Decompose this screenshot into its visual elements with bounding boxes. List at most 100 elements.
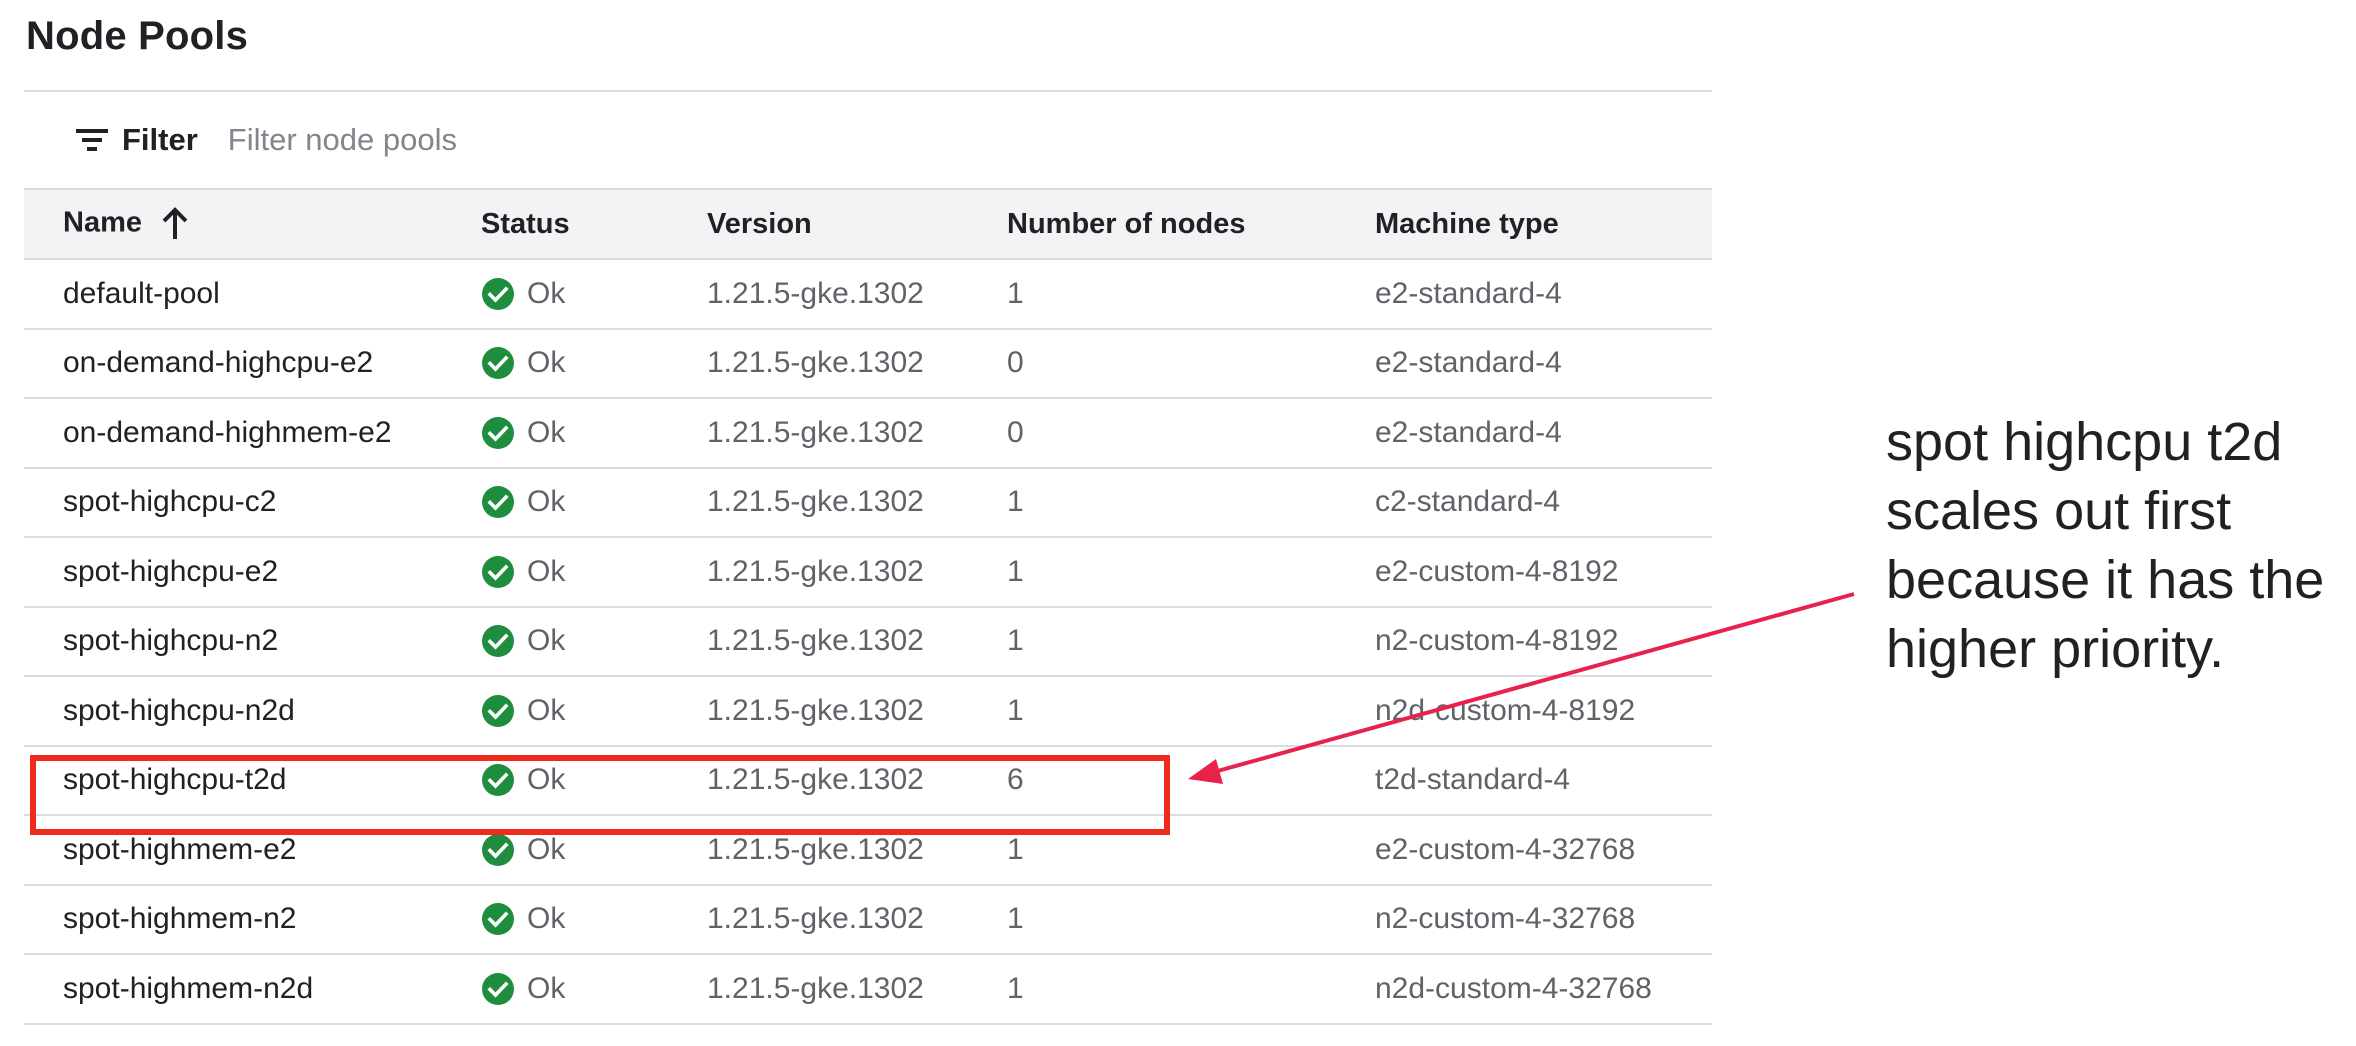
status-indicator: Ok	[481, 555, 707, 589]
cell-node-count: 0	[1007, 415, 1024, 449]
column-header-label: Name	[63, 206, 142, 239]
cell-node-count: 1	[1007, 276, 1024, 310]
check-circle-icon	[481, 833, 515, 867]
status-text: Ok	[527, 276, 566, 310]
filter-input[interactable]	[227, 122, 828, 158]
table-row[interactable]: spot-highcpu-n2 Ok 1.21.5-gke.1302 1 n2-cust…	[24, 607, 1712, 677]
filter-bar: Filter	[24, 92, 1712, 188]
status-indicator: Ok	[481, 277, 707, 311]
status-text: Ok	[527, 624, 566, 658]
page: Node Pools Filter Name Status	[0, 0, 2356, 1046]
cell-status: Ok	[481, 607, 707, 677]
status-indicator: Ok	[481, 833, 707, 867]
status-indicator: Ok	[481, 346, 707, 380]
cell-machine-type: e2-standard-4	[1375, 415, 1562, 449]
cell-status: Ok	[481, 259, 707, 329]
status-text: Ok	[527, 971, 566, 1005]
cell-node-count: 1	[1007, 971, 1024, 1005]
cell-name[interactable]: spot-highmem-n2d	[24, 954, 481, 1024]
cell-version: 1.21.5-gke.1302	[707, 971, 924, 1005]
cell-machine-type: n2-custom-4-8192	[1375, 624, 1619, 658]
node-pools-table: Name Status Version Number of nodes Mach…	[24, 188, 1712, 1025]
status-text: Ok	[527, 832, 566, 866]
cell-name[interactable]: on-demand-highcpu-e2	[24, 329, 481, 399]
check-circle-icon	[481, 694, 515, 728]
cell-version: 1.21.5-gke.1302	[707, 485, 924, 519]
check-circle-icon	[481, 555, 515, 589]
cell-node-count: 1	[1007, 485, 1024, 519]
cell-name[interactable]: spot-highcpu-n2d	[24, 676, 481, 746]
table-row[interactable]: on-demand-highmem-e2 Ok 1.21.5-gke.1302 0 e2…	[24, 398, 1712, 468]
annotation-text: spot highcpu t2d scales out first becaus…	[1886, 408, 2356, 684]
cell-version: 1.21.5-gke.1302	[707, 624, 924, 658]
status-indicator: Ok	[481, 624, 707, 658]
cell-status: Ok	[481, 329, 707, 399]
check-circle-icon	[481, 972, 515, 1006]
table-row[interactable]: spot-highcpu-c2 Ok 1.21.5-gke.1302 1 c2-stan…	[24, 468, 1712, 538]
cell-status: Ok	[481, 885, 707, 955]
cell-machine-type: t2d-standard-4	[1375, 763, 1571, 797]
arrow-upward-icon[interactable]	[160, 206, 190, 242]
status-indicator: Ok	[481, 416, 707, 450]
cell-machine-type: n2-custom-4-32768	[1375, 902, 1636, 936]
check-circle-icon	[481, 624, 515, 658]
cell-version: 1.21.5-gke.1302	[707, 554, 924, 588]
check-circle-icon	[481, 485, 515, 519]
cell-name[interactable]: spot-highcpu-c2	[24, 468, 481, 538]
column-header-nodes[interactable]: Number of nodes	[1007, 189, 1375, 259]
table-header: Name Status Version Number of nodes Mach…	[24, 189, 1712, 259]
cell-name[interactable]: spot-highcpu-e2	[24, 537, 481, 607]
cell-status: Ok	[481, 537, 707, 607]
cell-machine-type: e2-custom-4-32768	[1375, 832, 1636, 866]
table-header-row: Name Status Version Number of nodes Mach…	[24, 189, 1712, 259]
page-title: Node Pools	[26, 14, 249, 58]
status-text: Ok	[527, 554, 566, 588]
cell-version: 1.21.5-gke.1302	[707, 276, 924, 310]
cell-node-count: 1	[1007, 902, 1024, 936]
cell-machine-type: e2-standard-4	[1375, 276, 1562, 310]
filter-button-label[interactable]: Filter	[122, 122, 198, 158]
status-text: Ok	[527, 485, 566, 519]
cell-node-count: 1	[1007, 554, 1024, 588]
table-row[interactable]: spot-highcpu-e2 Ok 1.21.5-gke.1302 1 e2-cust…	[24, 537, 1712, 607]
status-indicator: Ok	[481, 902, 707, 936]
cell-version: 1.21.5-gke.1302	[707, 693, 924, 727]
cell-version: 1.21.5-gke.1302	[707, 346, 924, 380]
cell-name[interactable]: on-demand-highmem-e2	[24, 398, 481, 468]
cell-version: 1.21.5-gke.1302	[707, 902, 924, 936]
table-body: default-pool Ok 1.21.5-gke.1302 1 e2-standar…	[24, 259, 1712, 1024]
table-row[interactable]: on-demand-highcpu-e2 Ok 1.21.5-gke.1302 0 e2…	[24, 329, 1712, 399]
check-circle-icon	[481, 902, 515, 936]
cell-status: Ok	[481, 468, 707, 538]
status-text: Ok	[527, 902, 566, 936]
check-circle-icon	[481, 346, 515, 380]
annotation-line: scales out first	[1886, 481, 2232, 541]
column-header-version[interactable]: Version	[707, 189, 1007, 259]
highlight-box	[30, 755, 1170, 835]
table-row[interactable]: spot-highcpu-n2d Ok 1.21.5-gke.1302 1 n2d-cu…	[24, 676, 1712, 746]
cell-node-count: 1	[1007, 693, 1024, 727]
status-text: Ok	[527, 693, 566, 727]
table-row[interactable]: spot-highmem-n2 Ok 1.21.5-gke.1302 1 n2-cust…	[24, 885, 1712, 955]
cell-machine-type: n2d-custom-4-32768	[1375, 971, 1652, 1005]
table-row[interactable]: default-pool Ok 1.21.5-gke.1302 1 e2-standar…	[24, 259, 1712, 329]
status-indicator: Ok	[481, 972, 707, 1006]
table-row[interactable]: spot-highmem-n2d Ok 1.21.5-gke.1302 1 n2d-cu…	[24, 954, 1712, 1024]
column-header-status[interactable]: Status	[481, 189, 707, 259]
annotation-line: spot highcpu t2d	[1886, 412, 2283, 472]
status-indicator: Ok	[481, 485, 707, 519]
column-header-name[interactable]: Name	[24, 189, 481, 259]
annotation-line: higher priority.	[1886, 619, 2225, 679]
status-text: Ok	[527, 346, 566, 380]
cell-status: Ok	[481, 676, 707, 746]
cell-name[interactable]: spot-highmem-n2	[24, 885, 481, 955]
status-text: Ok	[527, 415, 566, 449]
column-header-machine-type[interactable]: Machine type	[1375, 189, 1712, 259]
cell-status: Ok	[481, 398, 707, 468]
annotation-line: because it has the	[1886, 550, 2325, 610]
cell-name[interactable]: spot-highcpu-n2	[24, 607, 481, 677]
cell-name[interactable]: default-pool	[24, 259, 481, 329]
cell-machine-type: e2-custom-4-8192	[1375, 554, 1619, 588]
status-indicator: Ok	[481, 694, 707, 728]
filter-list-icon[interactable]	[74, 125, 110, 155]
